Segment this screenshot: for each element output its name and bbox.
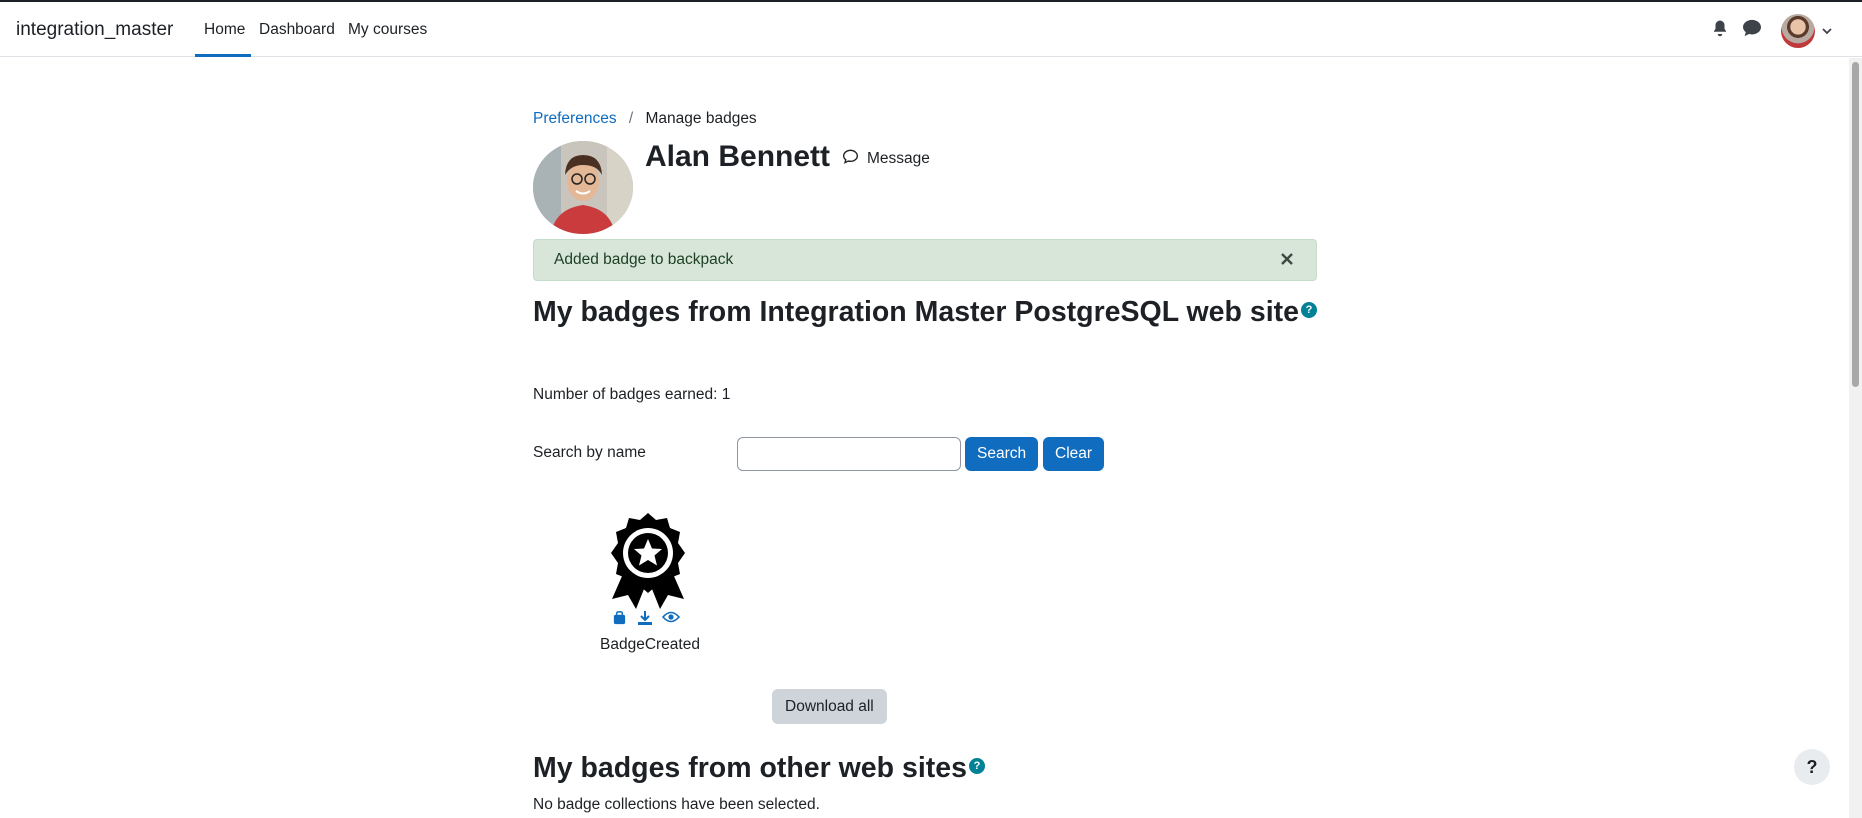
site-brand[interactable]: integration_master [16, 19, 173, 41]
alert-text: Added badge to backpack [554, 251, 734, 268]
help-button[interactable]: ? [1794, 749, 1830, 785]
search-input[interactable] [737, 437, 961, 471]
search-label: Search by name [533, 444, 646, 461]
breadcrumb-separator: / [628, 110, 634, 127]
nav-my-courses[interactable]: My courses [348, 21, 427, 39]
nav-dashboard[interactable]: Dashboard [259, 21, 335, 39]
message-label: Message [867, 150, 930, 167]
top-navbar: integration_master Home Dashboard My cou… [0, 2, 1862, 57]
help-icon[interactable]: ? [1300, 302, 1317, 319]
section-heading-site-badges: My badges from Integration Master Postgr… [533, 295, 1323, 329]
badge-name[interactable]: BadgeCreated [600, 636, 700, 654]
breadcrumb-preferences[interactable]: Preferences [533, 110, 617, 127]
breadcrumb: Preferences / Manage badges [533, 110, 757, 128]
nav-home[interactable]: Home [204, 21, 245, 39]
bell-icon[interactable] [1711, 19, 1731, 39]
chevron-down-icon[interactable] [1821, 24, 1835, 38]
section-heading-text: My badges from Integration Master Postgr… [533, 296, 1299, 328]
badge-count: Number of badges earned: 1 [533, 386, 731, 403]
search-button[interactable]: Search [965, 437, 1039, 471]
badge-image[interactable] [604, 513, 692, 611]
clear-button[interactable]: Clear [1043, 437, 1105, 471]
success-alert: Added badge to backpack [533, 239, 1317, 281]
user-full-name: Alan Bennett [645, 140, 831, 173]
view-eye-icon[interactable] [661, 610, 681, 627]
download-all-button[interactable]: Download all [772, 689, 887, 724]
breadcrumb-current: Manage badges [645, 110, 757, 127]
user-avatar[interactable] [1781, 14, 1815, 48]
chat-icon[interactable] [1742, 19, 1762, 39]
scrollbar-thumb[interactable] [1852, 62, 1859, 387]
section-heading-other-sites: My badges from other web sites? [533, 752, 985, 785]
help-icon[interactable]: ? [968, 758, 985, 775]
other-heading-text: My badges from other web sites [533, 752, 967, 784]
message-button[interactable]: Message [842, 149, 930, 169]
page-scrollbar[interactable] [1849, 58, 1862, 818]
nav-active-indicator [195, 54, 251, 57]
close-icon[interactable] [1276, 248, 1298, 270]
profile-picture [533, 141, 633, 234]
download-icon[interactable] [637, 610, 654, 627]
backpack-icon[interactable] [612, 610, 629, 627]
message-icon [842, 149, 859, 169]
no-collections-text: No badge collections have been selected. [533, 796, 820, 813]
badge-actions [612, 610, 681, 627]
